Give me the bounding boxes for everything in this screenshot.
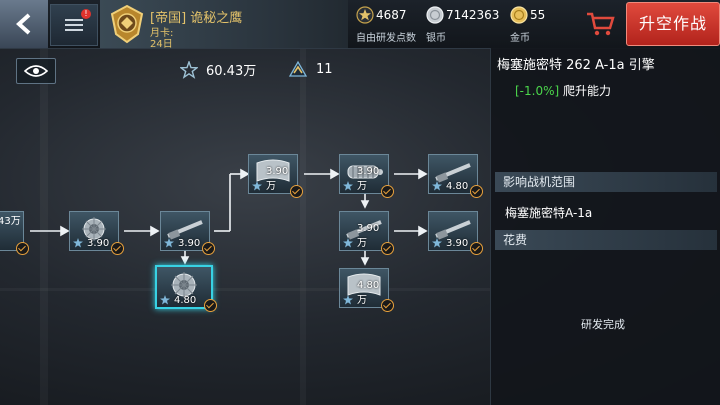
- check-icon: [381, 242, 394, 255]
- node-value: 43万: [0, 216, 21, 227]
- check-icon: [381, 299, 394, 312]
- tree-node-gear-selected[interactable]: 4.80: [155, 265, 217, 312]
- part-title: 梅塞施密特 262 A-1a 引擎: [497, 58, 655, 73]
- star-icon: [160, 295, 170, 305]
- check-icon: [111, 242, 124, 255]
- check-icon: [470, 185, 483, 198]
- tree-node-barrel[interactable]: 4.80: [428, 154, 483, 198]
- check-icon: [202, 242, 215, 255]
- node-value: 4.80: [174, 295, 197, 306]
- part-effect: [-1.0%] 爬升能力: [515, 82, 611, 99]
- tree-node-barrel[interactable]: 3.90万: [339, 211, 394, 255]
- launch-battle-button[interactable]: 升空作战: [626, 2, 720, 46]
- shop-button[interactable]: [578, 2, 622, 46]
- tree-node-engine[interactable]: 3.90万: [339, 154, 394, 198]
- check-icon: [16, 242, 29, 255]
- star-icon: [73, 238, 83, 248]
- effect-text: 爬升能力: [563, 84, 612, 98]
- star-icon: [164, 238, 174, 248]
- tree-node-plate[interactable]: 3.90万: [248, 154, 303, 198]
- star-icon: [343, 295, 353, 305]
- effect-percent: [-1.0%]: [515, 84, 560, 98]
- gold-label: 金币: [510, 33, 530, 44]
- gold-value: 55: [530, 8, 546, 22]
- cost-header: 花费: [495, 230, 717, 250]
- tree-connectors: [30, 168, 428, 266]
- check-icon: [381, 185, 394, 198]
- node-value: 3.90: [87, 238, 110, 249]
- node-value: 3.90: [446, 238, 469, 249]
- affects-value: 梅塞施密特A-1a: [505, 206, 593, 220]
- currency-gold: 55 金币: [504, 0, 574, 48]
- star-icon: [343, 238, 353, 248]
- node-value: 3.90: [178, 238, 201, 249]
- tree-node-barrel[interactable]: 3.90: [428, 211, 483, 255]
- node-value: 4.80: [446, 181, 469, 192]
- star-icon: [432, 181, 442, 191]
- tree-node-gear[interactable]: 3.90: [69, 211, 124, 255]
- check-icon: [290, 185, 303, 198]
- status-text: 研发完成: [581, 318, 625, 331]
- tree-node-plate[interactable]: 4.80万: [339, 268, 394, 312]
- tree-node-barrel[interactable]: 3.90: [160, 211, 215, 255]
- tree-node-offscreen[interactable]: 43万: [0, 211, 29, 255]
- detail-panel: 梅塞施密特 262 A-1a 引擎 [-1.0%] 爬升能力 影响战机范围 梅塞…: [490, 48, 720, 405]
- check-icon: [470, 242, 483, 255]
- cart-icon: [587, 12, 615, 36]
- check-icon: [204, 299, 217, 312]
- affects-header: 影响战机范围: [495, 172, 717, 192]
- star-icon: [432, 238, 442, 248]
- gold-coin-icon: [510, 6, 528, 24]
- star-icon: [343, 181, 353, 191]
- star-icon: [252, 181, 262, 191]
